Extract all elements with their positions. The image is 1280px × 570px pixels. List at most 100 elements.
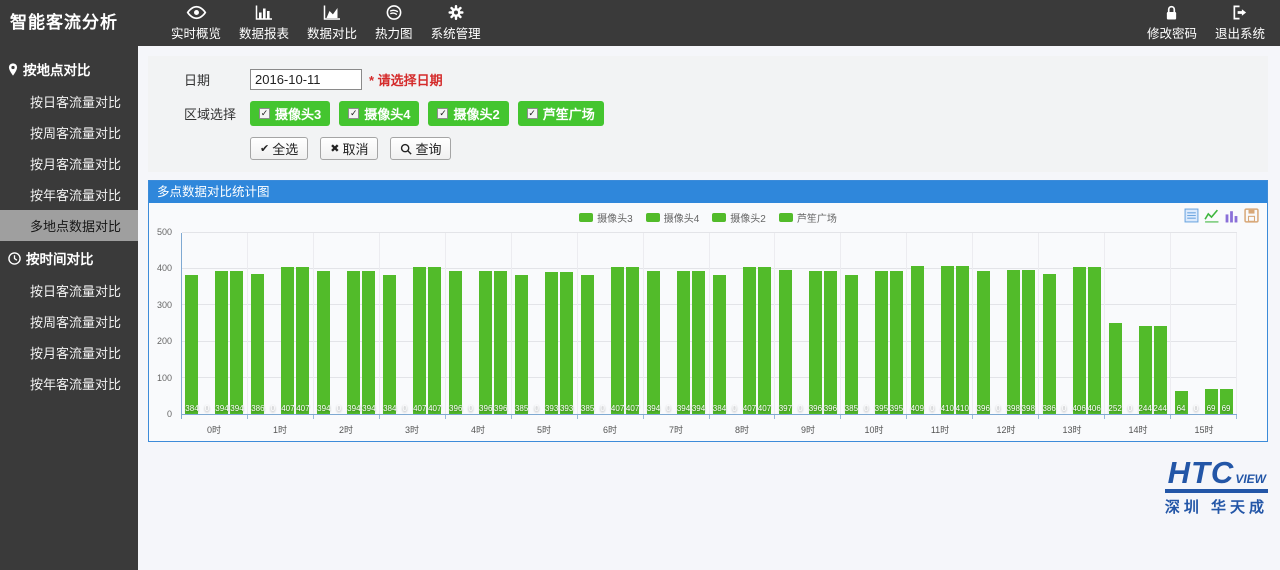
query-button[interactable]: 查询 bbox=[390, 137, 451, 160]
legend-item[interactable]: 摄像头4 bbox=[646, 210, 700, 225]
select-all-button[interactable]: ✔ 全选 bbox=[250, 137, 308, 160]
sidebar-item[interactable]: 按月客流量对比 bbox=[0, 148, 138, 179]
nav-item-gear[interactable]: 系统管理 bbox=[422, 0, 490, 46]
location-pin-icon bbox=[8, 63, 18, 76]
sidebar-item[interactable]: 按年客流量对比 bbox=[0, 179, 138, 210]
x-axis-tick bbox=[907, 415, 973, 419]
bar-value-label: 0 bbox=[403, 404, 407, 413]
bar-slot: 395 bbox=[875, 233, 888, 414]
bar-slot: 394 bbox=[317, 233, 330, 414]
region-toggle-label: 摄像头4 bbox=[364, 104, 410, 123]
clock-icon bbox=[8, 252, 21, 265]
sidebar-item[interactable]: 按月客流量对比 bbox=[0, 337, 138, 368]
bar-slot: 0 bbox=[464, 233, 477, 414]
legend-item[interactable]: 摄像头2 bbox=[712, 210, 766, 225]
bar-slot: 244 bbox=[1139, 233, 1152, 414]
y-axis-tick-label: 500 bbox=[157, 227, 172, 237]
date-input[interactable] bbox=[250, 69, 362, 90]
bar-value-label: 396 bbox=[494, 404, 507, 413]
line-chart-icon[interactable] bbox=[1204, 208, 1219, 223]
region-toggle-0[interactable]: ✓摄像头3 bbox=[250, 101, 330, 126]
x-axis-tick-label: 6时 bbox=[577, 423, 643, 436]
region-toggle-2[interactable]: ✓摄像头2 bbox=[428, 101, 508, 126]
sidebar-section-title[interactable]: 按地点对比 bbox=[0, 52, 138, 86]
bar-chart-icon-toolbox[interactable] bbox=[1224, 208, 1239, 223]
sidebar-section-label: 按时间对比 bbox=[26, 248, 94, 268]
y-axis-tick-label: 0 bbox=[167, 409, 172, 419]
nav-item-heatmap[interactable]: 热力图 bbox=[366, 0, 422, 46]
nav-item-label: 数据报表 bbox=[239, 23, 289, 42]
bar-value-label: 0 bbox=[534, 404, 538, 413]
app-title: 智能客流分析平台 bbox=[0, 0, 138, 46]
sidebar-item[interactable]: 多地点数据对比 bbox=[0, 210, 138, 241]
bar bbox=[692, 271, 705, 414]
bar-slot: 394 bbox=[347, 233, 360, 414]
nav-item-lock[interactable]: 修改密码 bbox=[1138, 0, 1206, 46]
bar-slot: 398 bbox=[1022, 233, 1035, 414]
x-axis-tick bbox=[710, 415, 776, 419]
region-toggle-3[interactable]: ✓芦笙广场 bbox=[518, 101, 604, 126]
bar-group: 3960398398 bbox=[973, 233, 1039, 414]
bar-slot: 385 bbox=[845, 233, 858, 414]
bar-group: 3940394394 bbox=[314, 233, 380, 414]
bar-slot: 0 bbox=[200, 233, 213, 414]
bar-slot: 406 bbox=[1073, 233, 1086, 414]
sidebar-item[interactable]: 按年客流量对比 bbox=[0, 368, 138, 399]
nav-item-area-chart[interactable]: 数据对比 bbox=[298, 0, 366, 46]
x-axis-tick-label: 12时 bbox=[973, 423, 1039, 436]
bar-value-label: 407 bbox=[626, 404, 639, 413]
bar-value-label: 407 bbox=[743, 404, 756, 413]
bar-value-label: 0 bbox=[666, 404, 670, 413]
bar-slot: 396 bbox=[809, 233, 822, 414]
bar-slot: 410 bbox=[956, 233, 969, 414]
nav-item-label: 系统管理 bbox=[431, 23, 481, 42]
data-view-icon[interactable] bbox=[1184, 208, 1199, 223]
bar bbox=[779, 270, 792, 414]
date-label: 日期 bbox=[184, 70, 250, 89]
bar-slot: 385 bbox=[581, 233, 594, 414]
bar-slot: 395 bbox=[890, 233, 903, 414]
bar bbox=[545, 272, 558, 414]
cancel-button[interactable]: ✖ 取消 bbox=[320, 137, 378, 160]
bar-group: 3850407407 bbox=[578, 233, 644, 414]
region-toggle-1[interactable]: ✓摄像头4 bbox=[339, 101, 419, 126]
bar-value-label: 407 bbox=[758, 404, 771, 413]
sidebar-section-title[interactable]: 按时间对比 bbox=[0, 241, 138, 275]
region-label: 区域选择 bbox=[184, 104, 250, 123]
nav-item-eye[interactable]: 实时概览 bbox=[162, 0, 230, 46]
bar-value-label: 407 bbox=[281, 404, 294, 413]
logo-text-main: HTC bbox=[1168, 458, 1235, 488]
bar-value-label: 244 bbox=[1153, 404, 1166, 413]
bar-value-label: 384 bbox=[383, 404, 396, 413]
bar-value-label: 64 bbox=[1177, 404, 1186, 413]
bar bbox=[281, 267, 294, 414]
bar-value-label: 386 bbox=[1042, 404, 1055, 413]
sidebar-item[interactable]: 按日客流量对比 bbox=[0, 275, 138, 306]
bar-value-label: 394 bbox=[230, 404, 243, 413]
nav-item-logout[interactable]: 退出系统 bbox=[1206, 0, 1274, 46]
bar-value-label: 394 bbox=[215, 404, 228, 413]
bar-slot: 252 bbox=[1109, 233, 1122, 414]
bar-slot: 394 bbox=[677, 233, 690, 414]
bar-value-label: 410 bbox=[941, 404, 954, 413]
bar bbox=[1043, 274, 1056, 414]
bar bbox=[428, 267, 441, 414]
bar-value-label: 0 bbox=[798, 404, 802, 413]
sidebar-item[interactable]: 按日客流量对比 bbox=[0, 86, 138, 117]
legend-item[interactable]: 摄像头3 bbox=[579, 210, 633, 225]
bar-slot: 0 bbox=[728, 233, 741, 414]
sidebar-item[interactable]: 按周客流量对比 bbox=[0, 306, 138, 337]
sidebar-item[interactable]: 按周客流量对比 bbox=[0, 117, 138, 148]
bar-value-label: 396 bbox=[809, 404, 822, 413]
gear-icon bbox=[448, 4, 464, 21]
x-axis-tick bbox=[1105, 415, 1171, 419]
save-image-icon[interactable] bbox=[1244, 208, 1259, 223]
bar-value-label: 0 bbox=[600, 404, 604, 413]
bar-value-label: 406 bbox=[1087, 404, 1100, 413]
nav-item-bar-chart[interactable]: 数据报表 bbox=[230, 0, 298, 46]
bar bbox=[479, 271, 492, 414]
legend-item[interactable]: 芦笙广场 bbox=[779, 210, 837, 225]
bar-value-label: 395 bbox=[875, 404, 888, 413]
logo-wordmark: HTC VIEW bbox=[1165, 458, 1268, 493]
bar bbox=[413, 267, 426, 414]
